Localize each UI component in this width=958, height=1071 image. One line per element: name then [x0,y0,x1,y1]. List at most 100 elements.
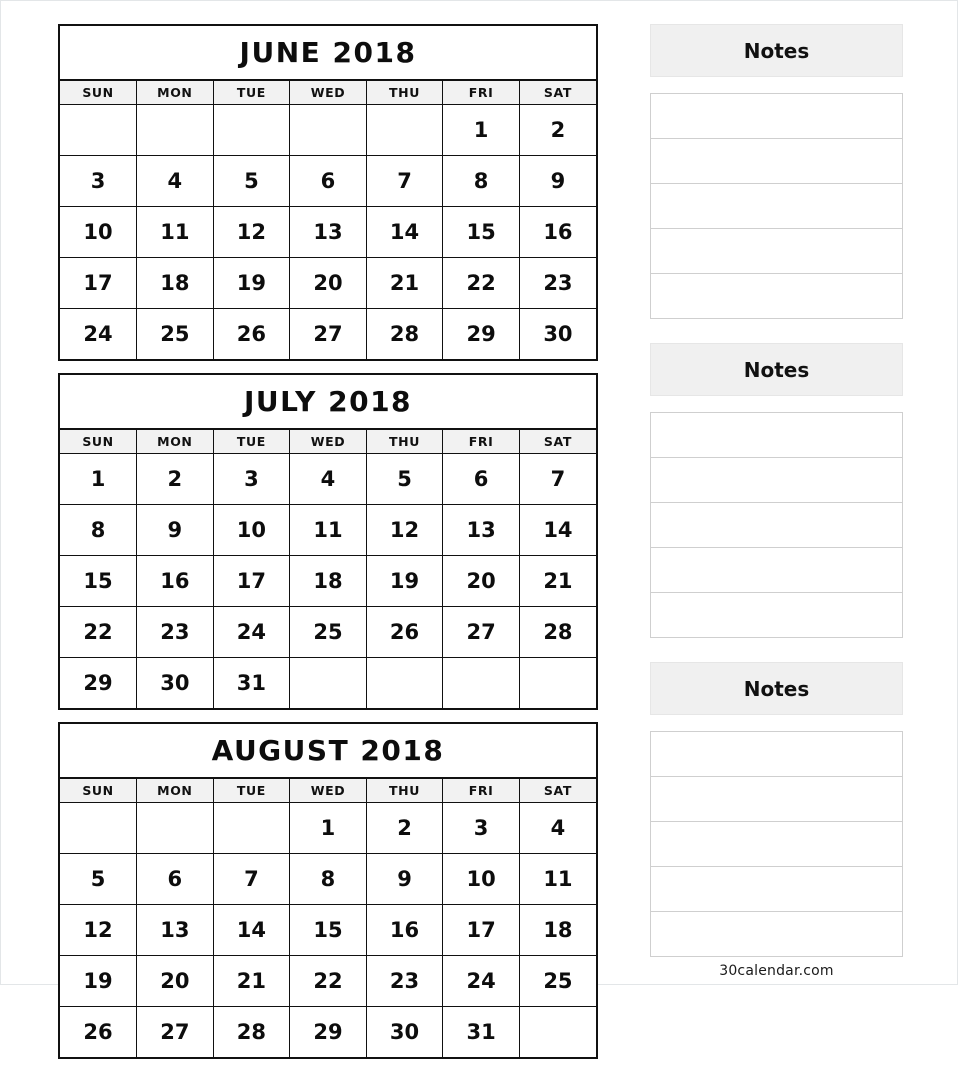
day-cell[interactable]: 11 [289,504,367,556]
day-cell[interactable]: 5 [365,453,444,505]
day-cell[interactable]: 24 [212,606,291,658]
day-cell[interactable]: 13 [442,504,520,556]
day-cell[interactable]: 15 [442,206,520,258]
day-cell[interactable]: 22 [442,257,520,309]
day-cell[interactable]: 8 [60,504,138,556]
day-cell[interactable]: 18 [289,555,367,607]
day-cell[interactable]: 6 [289,155,367,207]
day-cell[interactable]: 15 [289,904,367,956]
day-cell[interactable]: 29 [442,308,520,359]
day-cell[interactable]: 22 [60,606,138,658]
day-cell[interactable]: 5 [60,853,138,905]
day-cell[interactable]: 26 [365,606,444,658]
day-cell[interactable]: 28 [518,606,596,658]
day-cell[interactable]: 20 [136,955,214,1007]
day-cell[interactable]: 4 [518,802,596,854]
day-cell[interactable]: 28 [212,1006,291,1057]
day-cell[interactable]: 29 [60,657,138,708]
day-cell[interactable]: 26 [60,1006,138,1057]
day-cell[interactable]: 21 [365,257,444,309]
day-cell[interactable]: 17 [60,257,138,309]
day-cell[interactable]: 31 [212,657,291,708]
day-cell[interactable]: 18 [136,257,214,309]
day-cell[interactable]: 11 [136,206,214,258]
day-cell[interactable]: 27 [289,308,367,359]
day-cell[interactable]: 27 [442,606,520,658]
day-cell[interactable]: 8 [442,155,520,207]
day-cell[interactable]: 23 [365,955,444,1007]
day-cell[interactable]: 2 [136,453,214,505]
day-cell[interactable]: 13 [136,904,214,956]
notes-line[interactable] [651,593,902,638]
day-cell[interactable]: 4 [136,155,214,207]
day-cell[interactable]: 25 [136,308,214,359]
day-cell[interactable]: 24 [60,308,138,359]
notes-line[interactable] [651,777,902,822]
notes-line[interactable] [651,139,902,184]
day-cell[interactable]: 10 [60,206,138,258]
day-cell[interactable]: 16 [518,206,596,258]
day-cell[interactable]: 26 [212,308,291,359]
day-cell[interactable]: 3 [60,155,138,207]
notes-line[interactable] [651,867,902,912]
day-cell[interactable]: 15 [60,555,138,607]
day-cell[interactable]: 9 [365,853,444,905]
day-cell[interactable]: 30 [365,1006,444,1057]
day-cell[interactable]: 31 [442,1006,520,1057]
notes-line[interactable] [651,229,902,274]
day-cell[interactable]: 11 [518,853,596,905]
day-cell[interactable]: 2 [365,802,444,854]
notes-line[interactable] [651,503,902,548]
day-cell[interactable]: 1 [442,104,520,156]
day-cell[interactable]: 7 [518,453,596,505]
day-cell[interactable]: 16 [136,555,214,607]
day-cell[interactable]: 18 [518,904,596,956]
day-cell[interactable]: 12 [365,504,444,556]
day-cell[interactable]: 3 [212,453,291,505]
day-cell[interactable]: 19 [365,555,444,607]
day-cell[interactable]: 27 [136,1006,214,1057]
day-cell[interactable]: 17 [212,555,291,607]
day-cell[interactable]: 4 [289,453,367,505]
day-cell[interactable]: 12 [60,904,138,956]
day-cell[interactable]: 6 [136,853,214,905]
notes-line[interactable] [651,548,902,593]
day-cell[interactable]: 3 [442,802,520,854]
day-cell[interactable]: 7 [212,853,291,905]
day-cell[interactable]: 6 [442,453,520,505]
day-cell[interactable]: 2 [518,104,596,156]
day-cell[interactable]: 25 [518,955,596,1007]
day-cell[interactable]: 25 [289,606,367,658]
day-cell[interactable]: 14 [212,904,291,956]
notes-line[interactable] [651,413,902,458]
day-cell[interactable]: 14 [518,504,596,556]
notes-line[interactable] [651,274,902,319]
day-cell[interactable]: 28 [365,308,444,359]
day-cell[interactable]: 19 [212,257,291,309]
day-cell[interactable]: 20 [442,555,520,607]
day-cell[interactable]: 21 [518,555,596,607]
day-cell[interactable]: 9 [518,155,596,207]
day-cell[interactable]: 30 [518,308,596,359]
day-cell[interactable]: 10 [442,853,520,905]
day-cell[interactable]: 21 [212,955,291,1007]
day-cell[interactable]: 23 [518,257,596,309]
day-cell[interactable]: 20 [289,257,367,309]
notes-line[interactable] [651,732,902,777]
day-cell[interactable]: 30 [136,657,214,708]
day-cell[interactable]: 12 [212,206,291,258]
day-cell[interactable]: 7 [365,155,444,207]
day-cell[interactable]: 19 [60,955,138,1007]
notes-line[interactable] [651,912,902,957]
day-cell[interactable]: 5 [212,155,291,207]
day-cell[interactable]: 16 [365,904,444,956]
notes-line[interactable] [651,458,902,503]
day-cell[interactable]: 8 [289,853,367,905]
day-cell[interactable]: 10 [212,504,291,556]
notes-line[interactable] [651,822,902,867]
day-cell[interactable]: 1 [60,453,138,505]
day-cell[interactable]: 22 [289,955,367,1007]
day-cell[interactable]: 13 [289,206,367,258]
day-cell[interactable]: 1 [289,802,367,854]
day-cell[interactable]: 23 [136,606,214,658]
